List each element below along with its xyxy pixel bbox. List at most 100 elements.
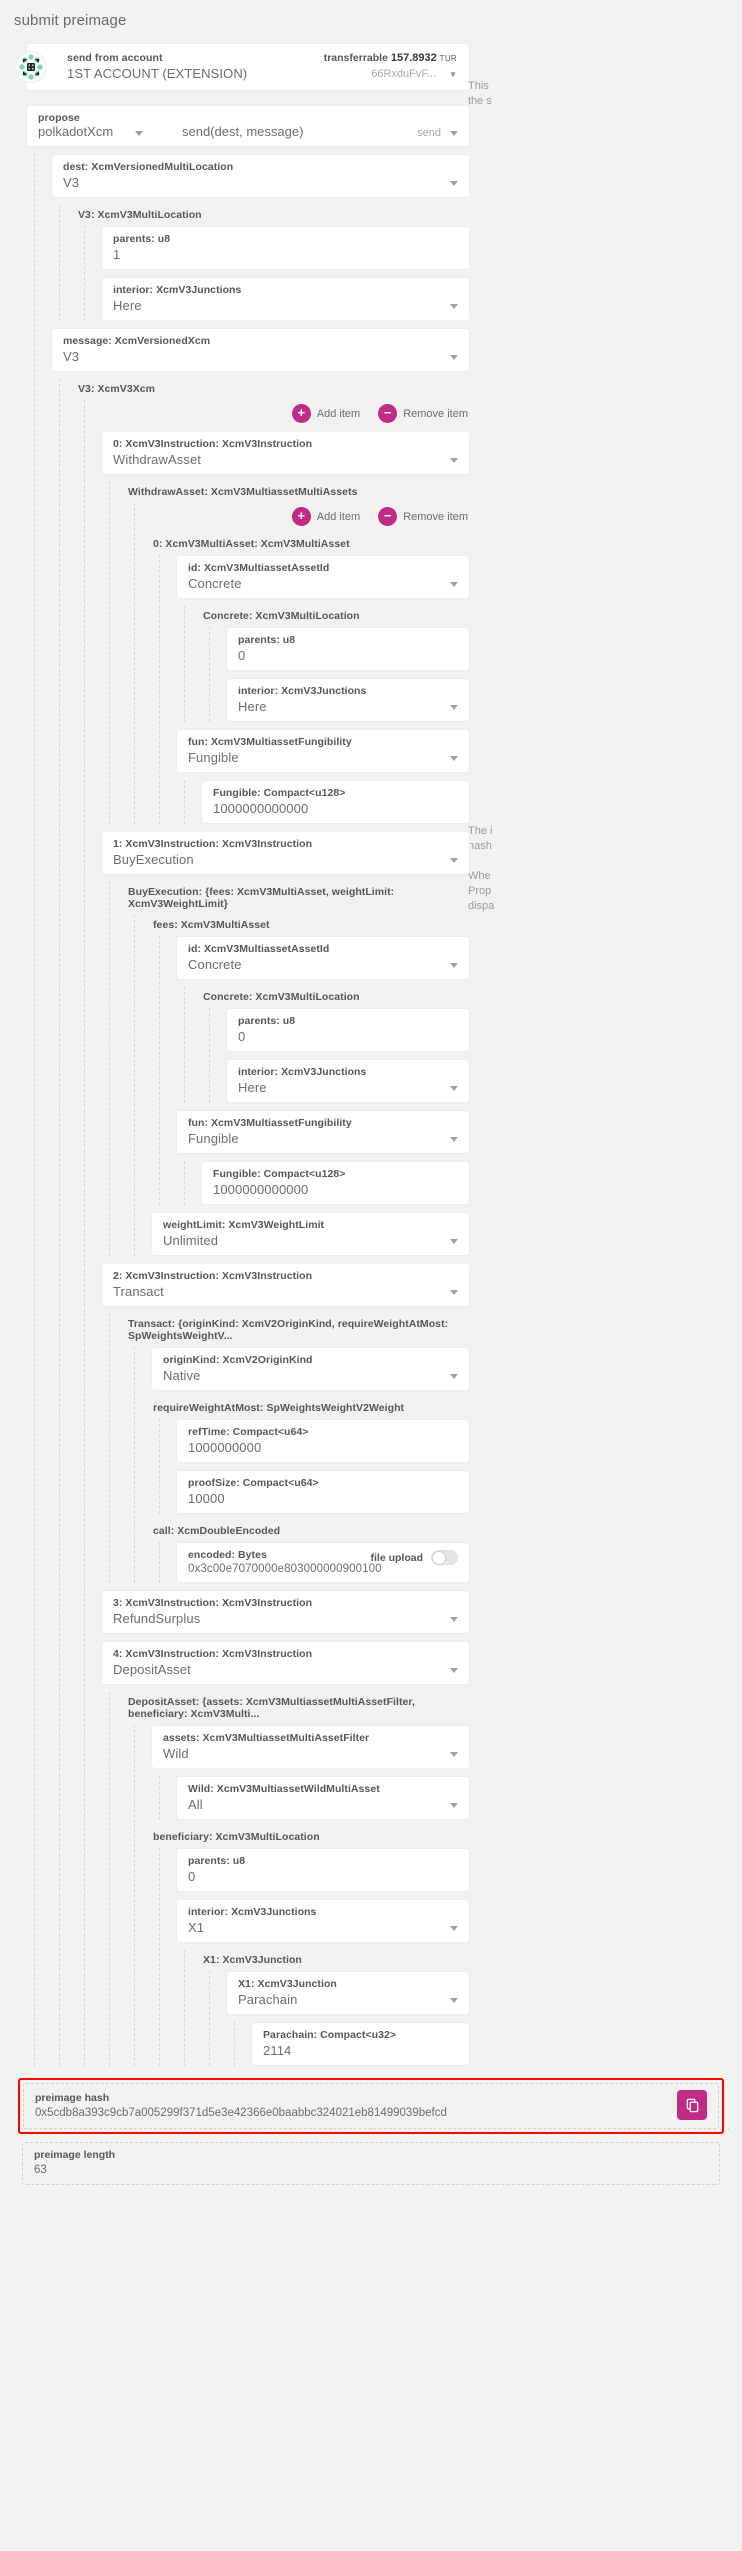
buy-fungible-value: 1000000000000 [213, 1182, 309, 1197]
buy-parents-value: 0 [238, 1029, 246, 1044]
call-level: encoded: Bytes 0x3c00e7070000e8030000009… [159, 1542, 470, 1583]
buy-interior-field[interactable]: interior: XcmV3Junctions Here [226, 1059, 470, 1103]
x1-inner: X1: XcmV3Junction Parachain Parachain: C… [209, 1971, 470, 2066]
buy-concrete-inner: parents: u8 0 interior: XcmV3Junctions H… [209, 1008, 470, 1103]
withdraw-fungible-value: 1000000000000 [213, 801, 309, 816]
module-select[interactable]: polkadotXcm [38, 124, 158, 139]
dest-field[interactable]: dest: XcmVersionedMultiLocation V3 [51, 154, 470, 198]
withdraw-fun-field[interactable]: fun: XcmV3MultiassetFungibility Fungible [176, 729, 470, 773]
add-item-button[interactable]: + Add item [291, 404, 360, 423]
dest-v3-inner: parents: u8 1 interior: XcmV3Junctions H… [84, 226, 470, 321]
instruction-0-label: 0: XcmV3Instruction: XcmV3Instruction [113, 438, 313, 450]
propose-label: propose [38, 112, 80, 124]
add-item-button[interactable]: + Add item [291, 507, 360, 526]
chevron-down-icon [450, 1239, 458, 1244]
parachain-field[interactable]: Parachain: Compact<u32> 2114 [251, 2022, 470, 2066]
withdraw-fun-label: fun: XcmV3MultiassetFungibility [188, 736, 352, 748]
deposit-wild-field[interactable]: Wild: XcmV3MultiassetWildMultiAsset All [176, 1776, 470, 1820]
minus-icon: − [378, 404, 398, 423]
instruction-3-label: 3: XcmV3Instruction: XcmV3Instruction [113, 1597, 313, 1609]
account-address-dropdown[interactable]: 66RxduFvF... ▼ [324, 68, 457, 80]
buy-fungible-field[interactable]: Fungible: Compact<u128> 1000000000000 [201, 1161, 470, 1205]
dest-label: dest: XcmVersionedMultiLocation [63, 161, 234, 173]
beneficiary-level: parents: u8 0 interior: XcmV3Junctions X… [159, 1848, 470, 2066]
instruction-1-field[interactable]: 1: XcmV3Instruction: XcmV3Instruction Bu… [101, 831, 470, 875]
dest-parents-field[interactable]: parents: u8 1 [101, 226, 470, 270]
originkind-field[interactable]: originKind: XcmV2OriginKind Native [151, 1347, 470, 1391]
preimage-hash-highlight: preimage hash 0x5cdb8a393c9cb7a005299f37… [18, 2078, 724, 2134]
minus-icon: − [378, 507, 398, 526]
withdraw-interior-field[interactable]: interior: XcmV3Junctions Here [226, 678, 470, 722]
deposit-parents-field[interactable]: parents: u8 0 [176, 1848, 470, 1892]
weightlimit-field[interactable]: weightLimit: XcmV3WeightLimit Unlimited [151, 1212, 470, 1256]
dest-v3-group-header: V3: XcmV3MultiLocation [78, 209, 202, 221]
instruction-4-field[interactable]: 4: XcmV3Instruction: XcmV3Instruction De… [101, 1641, 470, 1685]
x1-junction-field[interactable]: X1: XcmV3Junction Parachain [226, 1971, 470, 2015]
depositasset-group-header: DepositAsset: {assets: XcmV3MultiassetMu… [128, 1696, 415, 1720]
encoded-bytes-field[interactable]: encoded: Bytes 0x3c00e7070000e8030000009… [176, 1542, 470, 1583]
x1-junction-label: X1: XcmV3Junction [238, 1978, 337, 1990]
chevron-down-icon [450, 1803, 458, 1808]
instruction-3-field[interactable]: 3: XcmV3Instruction: XcmV3Instruction Re… [101, 1590, 470, 1634]
preimage-hash-value: 0x5cdb8a393c9cb7a005299f371d5e3e42366e0b… [35, 2106, 447, 2119]
plus-icon: + [291, 507, 311, 526]
buy-id-field[interactable]: id: XcmV3MultiassetAssetId Concrete [176, 936, 470, 980]
withdraw-interior-label: interior: XcmV3Junctions [238, 685, 367, 697]
file-upload-switch[interactable] [431, 1550, 458, 1565]
method-name[interactable]: send(dest, message) [182, 124, 303, 139]
originkind-label: originKind: XcmV2OriginKind [163, 1354, 313, 1366]
proofsize-field[interactable]: proofSize: Compact<u64> 10000 [176, 1470, 470, 1514]
transact-level: Transact: {originKind: XcmV2OriginKind, … [109, 1314, 470, 1583]
preimage-length-value: 63 [34, 2164, 47, 2176]
deposit-assets-field[interactable]: assets: XcmV3MultiassetMultiAssetFilter … [151, 1725, 470, 1769]
withdraw-parents-value: 0 [238, 648, 246, 663]
call-group-header: call: XcmDoubleEncoded [153, 1525, 281, 1537]
account-field-label: send from account [67, 52, 163, 64]
transferrable-label: transferrable [323, 52, 388, 64]
chevron-down-icon [450, 756, 458, 761]
remove-item-button[interactable]: − Remove item [378, 404, 468, 423]
depositasset-inner: assets: XcmV3MultiassetMultiAssetFilter … [134, 1725, 470, 2066]
submit-preimage-modal: submit preimage send from account 1ST AC… [0, 0, 742, 2551]
instruction-2-value: Transact [113, 1284, 164, 1299]
chevron-down-icon: ▼ [449, 70, 457, 79]
send-from-account-row[interactable]: send from account 1ST ACCOUNT (EXTENSION… [15, 43, 470, 91]
message-value: V3 [63, 349, 80, 364]
buyexecution-level: BuyExecution: {fees: XcmV3MultiAsset, we… [109, 882, 470, 1256]
withdraw-id-field[interactable]: id: XcmV3MultiassetAssetId Concrete [176, 555, 470, 599]
withdraw-fungible-level: Fungible: Compact<u128> 1000000000000 [184, 780, 470, 824]
withdraw-interior-value: Here [238, 699, 267, 714]
withdraw-fungible-field[interactable]: Fungible: Compact<u128> 1000000000000 [201, 780, 470, 824]
transact-inner: originKind: XcmV2OriginKind Native requi… [134, 1347, 470, 1583]
buy-concrete-level: Concrete: XcmV3MultiLocation parents: u8… [184, 987, 470, 1103]
remove-item-button[interactable]: − Remove item [378, 507, 468, 526]
message-field[interactable]: message: XcmVersionedXcm V3 [51, 328, 470, 372]
send-select[interactable]: send [417, 127, 458, 139]
beneficiary-group-header: beneficiary: XcmV3MultiLocation [153, 1831, 320, 1843]
instruction-3-value: RefundSurplus [113, 1611, 201, 1626]
chevron-down-icon [450, 858, 458, 863]
reftime-field[interactable]: refTime: Compact<u64> 1000000000 [176, 1419, 470, 1463]
dest-interior-field[interactable]: interior: XcmV3Junctions Here [101, 277, 470, 321]
propose-call-row[interactable]: propose polkadotXcm send(dest, message) … [26, 105, 470, 147]
copy-button[interactable] [677, 2090, 707, 2120]
buy-fun-field[interactable]: fun: XcmV3MultiassetFungibility Fungible [176, 1110, 470, 1154]
switch-knob [433, 1552, 445, 1564]
chevron-down-icon [135, 131, 144, 136]
deposit-assets-value: Wild [163, 1746, 189, 1761]
account-address: 66RxduFvF... [371, 68, 437, 80]
deposit-interior-field[interactable]: interior: XcmV3Junctions X1 [176, 1899, 470, 1943]
buy-fun-value: Fungible [188, 1131, 239, 1146]
instruction-0-field[interactable]: 0: XcmV3Instruction: XcmV3Instruction Wi… [101, 431, 470, 475]
page-title: submit preimage [14, 12, 127, 29]
file-upload-toggle-row[interactable]: file upload [371, 1550, 458, 1565]
withdraw-parents-field[interactable]: parents: u8 0 [226, 627, 470, 671]
instruction-4-value: DepositAsset [113, 1662, 191, 1677]
deposit-wild-level: Wild: XcmV3MultiassetWildMultiAsset All [159, 1776, 470, 1820]
buy-parents-field[interactable]: parents: u8 0 [226, 1008, 470, 1052]
weightlimit-value: Unlimited [163, 1233, 219, 1248]
instruction-2-field[interactable]: 2: XcmV3Instruction: XcmV3Instruction Tr… [101, 1263, 470, 1307]
withdraw-concrete-group-header: Concrete: XcmV3MultiLocation [203, 610, 360, 622]
fees-level: id: XcmV3MultiassetAssetId Concrete Conc… [159, 936, 470, 1205]
call-args-level1: dest: XcmVersionedMultiLocation V3 V3: X… [34, 154, 470, 2066]
